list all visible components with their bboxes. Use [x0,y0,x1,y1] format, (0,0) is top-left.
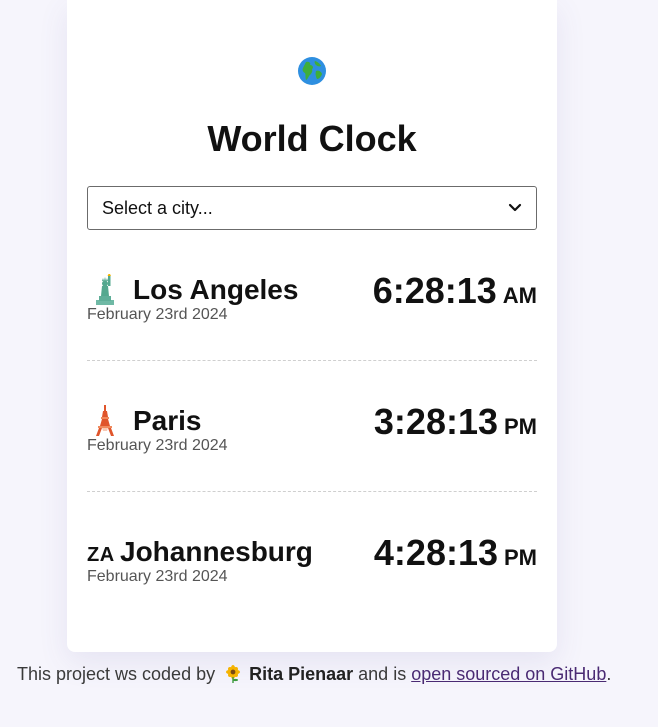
city-row-los-angeles: Los Angeles February 23rd 2024 6:28:13 AM [87,270,537,374]
city-name: Los Angeles [133,274,299,305]
time-value: 6:28:13 [372,270,497,311]
clock-card: World Clock Select a city... Los Angeles… [67,0,557,652]
time-ampm: PM [504,545,537,570]
city-row-paris: Paris February 23rd 2024 3:28:13 PM [87,401,537,505]
divider [87,491,537,492]
footer-author: Rita Pienaar [249,664,354,684]
city-date: February 23rd 2024 [87,437,228,454]
za-flag: ZA [87,544,115,566]
city-date: February 23rd 2024 [87,568,228,585]
footer: This project ws coded by Rita Pienaar an… [17,664,611,685]
city-time: 3:28:13 PM [374,401,537,443]
time-value: 4:28:13 [373,532,498,573]
time-value: 3:28:13 [373,401,498,442]
page-title: World Clock [207,118,417,159]
city-name: Johannesburg [120,536,313,567]
footer-prefix: This project ws coded by [17,664,221,684]
time-ampm: PM [504,414,537,439]
city-select-value: Select a city... [102,197,213,218]
city-name: Paris [133,405,202,436]
city-select[interactable]: Select a city... [87,186,537,230]
footer-middle: and is [353,664,412,684]
city-time: 6:28:13 AM [373,270,537,312]
globe-icon [298,57,326,85]
city-date: February 23rd 2024 [87,306,228,323]
tokyo-tower-icon [96,405,114,436]
divider [87,360,537,361]
chevron-down-icon [508,203,522,212]
city-row-johannesburg: ZA Johannesburg February 23rd 2024 4:28:… [87,532,537,636]
footer-suffix: . [606,664,612,684]
time-ampm: AM [502,283,537,308]
github-link[interactable]: open sourced on GitHub [411,664,606,684]
statue-of-liberty-icon [96,274,114,305]
city-time: 4:28:13 PM [374,532,537,574]
sunflower-icon [226,665,241,683]
